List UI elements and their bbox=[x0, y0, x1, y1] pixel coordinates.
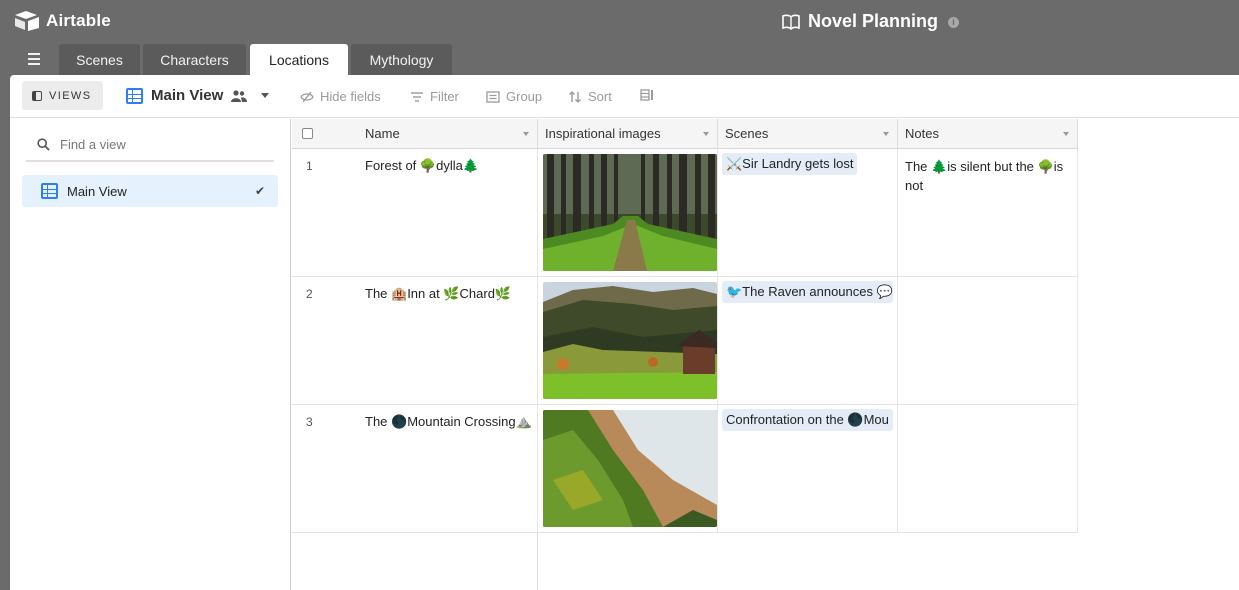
row-height-button[interactable] bbox=[640, 89, 654, 101]
table-tabs: Scenes Characters Locations Mythology bbox=[0, 44, 1239, 75]
cliff-image[interactable] bbox=[543, 410, 717, 527]
column-menu-caret-icon[interactable] bbox=[703, 132, 709, 136]
select-all-checkbox[interactable] bbox=[302, 128, 313, 139]
column-menu-caret-icon[interactable] bbox=[883, 132, 889, 136]
scenes-cell[interactable]: 🐦The Raven announces 💬T bbox=[718, 277, 898, 405]
linked-record-chip[interactable]: Confrontation on the 🌑Mou bbox=[722, 409, 893, 431]
current-view-switcher[interactable]: Main View bbox=[126, 87, 270, 104]
forest-image[interactable] bbox=[543, 154, 717, 271]
grid-view-icon bbox=[126, 87, 143, 104]
main-panel: VIEWS Main View Hide fields Filter Group… bbox=[10, 75, 1239, 590]
records-grid: Name Inspirational images Scenes Notes 1… bbox=[292, 119, 1239, 590]
hamburger-menu-icon[interactable] bbox=[24, 53, 44, 67]
app-name: Airtable bbox=[46, 11, 111, 30]
airtable-logo[interactable]: Airtable bbox=[14, 10, 111, 32]
sidebar-toggle-icon bbox=[32, 90, 42, 101]
collaborative-view-icon bbox=[231, 89, 248, 102]
search-icon bbox=[37, 138, 50, 151]
linked-record-chip[interactable]: ⚔️Sir Landry gets lost bbox=[722, 153, 858, 175]
views-label: VIEWS bbox=[49, 89, 92, 102]
group-button[interactable]: Group bbox=[486, 89, 542, 104]
book-icon bbox=[782, 14, 800, 30]
row-number: 1 bbox=[292, 149, 365, 277]
checkmark-icon: ✔ bbox=[254, 184, 265, 198]
column-header-scenes[interactable]: Scenes bbox=[718, 119, 898, 149]
valley-image[interactable] bbox=[543, 282, 717, 399]
base-title-text: Novel Planning bbox=[808, 11, 939, 31]
column-header-label: Inspirational images bbox=[545, 126, 661, 141]
row-number: 3 bbox=[292, 405, 365, 533]
image-cell[interactable] bbox=[538, 277, 718, 405]
notes-cell[interactable] bbox=[898, 277, 1078, 405]
filter-icon bbox=[411, 91, 423, 102]
image-cell[interactable] bbox=[538, 149, 718, 277]
hide-fields-label: Hide fields bbox=[320, 89, 381, 104]
grid-view-icon bbox=[41, 183, 58, 199]
filter-button[interactable]: Filter bbox=[410, 89, 459, 104]
name-cell[interactable]: Forest of 🌳dylla🌲 bbox=[365, 149, 538, 277]
current-view-name: Main View bbox=[151, 87, 224, 104]
hide-fields-button[interactable]: Hide fields bbox=[300, 89, 381, 104]
sidebar-item-label: Main View bbox=[67, 183, 127, 199]
tab-characters[interactable]: Characters bbox=[143, 44, 246, 75]
info-icon[interactable]: i bbox=[948, 16, 960, 28]
view-toolbar: VIEWS Main View Hide fields Filter Group… bbox=[10, 75, 1239, 118]
chevron-down-icon bbox=[261, 93, 270, 98]
scenes-cell[interactable]: Confrontation on the 🌑Mou bbox=[718, 405, 898, 533]
column-header-label: Scenes bbox=[725, 126, 769, 141]
column-header-label: Name bbox=[365, 126, 400, 141]
column-header-inspirational-images[interactable]: Inspirational images bbox=[538, 119, 718, 149]
column-header-notes[interactable]: Notes bbox=[898, 119, 1078, 149]
name-cell[interactable]: The 🏨Inn at 🌿Chard🌿 bbox=[365, 277, 538, 405]
name-cell[interactable]: The 🌑Mountain Crossing⛰️ bbox=[365, 405, 538, 533]
views-toggle-button[interactable]: VIEWS bbox=[22, 81, 103, 110]
column-header-name[interactable]: Name bbox=[292, 119, 538, 149]
tab-scenes[interactable]: Scenes bbox=[59, 44, 140, 75]
sort-button[interactable]: Sort bbox=[568, 89, 612, 104]
airtable-logo-icon bbox=[15, 11, 39, 31]
sort-icon bbox=[569, 90, 581, 103]
sidebar-item-main-view[interactable]: Main View ✔ bbox=[22, 175, 278, 207]
column-header-label: Notes bbox=[905, 126, 939, 141]
scenes-cell[interactable]: ⚔️Sir Landry gets lost bbox=[718, 149, 898, 277]
tab-mythology[interactable]: Mythology bbox=[351, 44, 452, 75]
find-view-search bbox=[26, 129, 274, 162]
notes-cell[interactable]: The 🌲is silent but the 🌳is not bbox=[898, 149, 1078, 277]
group-label: Group bbox=[506, 89, 543, 104]
group-icon bbox=[486, 90, 500, 103]
top-bar: Airtable Novel Planning i bbox=[0, 0, 1239, 44]
base-title: Novel Planning i bbox=[782, 11, 960, 32]
hide-fields-icon bbox=[300, 91, 314, 102]
linked-record-chip[interactable]: 🐦The Raven announces 💬T bbox=[722, 281, 893, 303]
views-sidebar: Main View ✔ bbox=[10, 119, 291, 590]
column-menu-caret-icon[interactable] bbox=[523, 132, 529, 136]
image-cell[interactable] bbox=[538, 405, 718, 533]
filter-label: Filter bbox=[430, 89, 459, 104]
column-menu-caret-icon[interactable] bbox=[1063, 132, 1069, 136]
row-number: 2 bbox=[292, 277, 365, 405]
row-height-icon bbox=[640, 89, 653, 101]
frozen-column-divider bbox=[537, 533, 538, 590]
notes-cell[interactable] bbox=[898, 405, 1078, 533]
sort-label: Sort bbox=[588, 89, 612, 104]
find-view-input[interactable] bbox=[60, 137, 250, 152]
tab-locations[interactable]: Locations bbox=[250, 44, 348, 75]
